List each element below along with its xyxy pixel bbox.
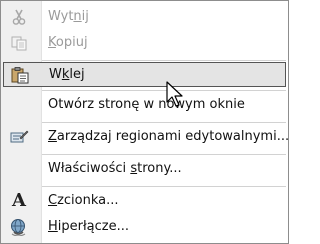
paste-clipboard-icon [11,67,29,84]
menu-item-copy[interactable]: Kopiuj [2,30,287,56]
menu-item-hyperlink[interactable]: Hiperłącze... [2,214,287,240]
menu-item-open-in-new-window-label: Otwórz stronę w nowym oknie [48,97,245,112]
menu-item-open-in-new-window[interactable]: Otwórz stronę w nowym oknie [2,92,287,118]
mouse-pointer-icon [166,81,183,107]
menu-separator [42,154,286,155]
menu-item-copy-label: Kopiuj [48,35,88,50]
menu-item-page-properties[interactable]: Właściwości strony... [2,156,287,182]
menu-item-cut-label: Wytnij [48,9,89,24]
menu-item-manage-editable-regions[interactable]: Zarządzaj regionami edytowalnymi... [2,124,289,150]
menu-item-font-label: Czcionka... [48,193,119,208]
menu-item-page-properties-label: Właściwości strony... [48,161,182,176]
menu-item-manage-editable-regions-label: Zarządzaj regionami edytowalnymi... [48,129,289,144]
menu-item-cut[interactable]: Wytnij [2,4,287,30]
menu-item-paste-label: Wklej [49,67,85,82]
hyperlink-globe-icon [11,219,26,236]
menu-item-hyperlink-label: Hiperłącze... [48,219,130,234]
menu-separator [42,186,286,187]
copy-icon [11,36,27,51]
menu-item-font[interactable]: A Czcionka... [2,188,287,214]
manage-regions-icon [10,130,29,143]
menu-item-paste[interactable]: Wklej [3,62,286,87]
scissors-icon [12,9,26,25]
context-menu: Wytnij Kopiuj Wklej Otwórz stronę w nowy… [0,0,289,244]
menu-separator [42,60,286,61]
font-icon: A [12,190,26,211]
menu-separator [42,122,286,123]
